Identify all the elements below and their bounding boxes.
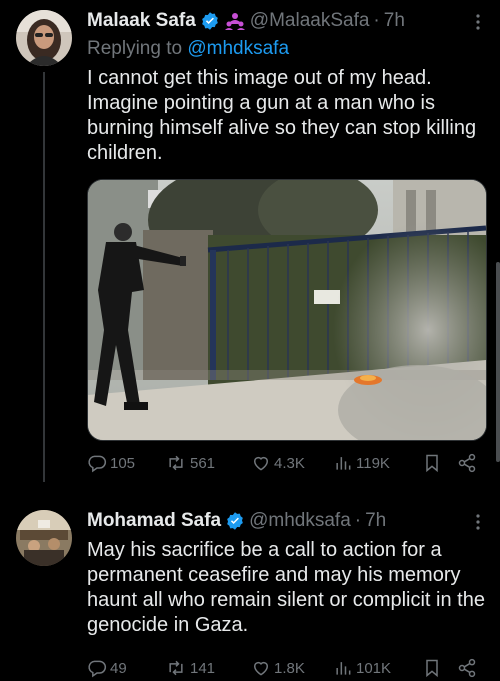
views-chart-icon bbox=[336, 662, 351, 675]
heart-icon bbox=[254, 661, 268, 676]
tweet-media-image[interactable] bbox=[87, 179, 487, 441]
bookmark-icon bbox=[426, 659, 438, 678]
retweet-icon bbox=[169, 660, 183, 676]
retweet-count: 141 bbox=[190, 659, 216, 677]
author-name[interactable]: Mohamad Safa bbox=[87, 508, 221, 534]
action-bar: 49 141 1.8K 101K bbox=[87, 656, 481, 680]
author-name[interactable]: Malaak Safa bbox=[87, 8, 196, 34]
views-chart-icon bbox=[336, 457, 351, 470]
reply-button[interactable]: 49 bbox=[87, 658, 165, 678]
author-handle[interactable]: @mhdksafa bbox=[249, 508, 351, 534]
heart-icon bbox=[254, 456, 268, 471]
bookmark-button[interactable] bbox=[423, 658, 457, 678]
like-button[interactable]: 1.8K bbox=[251, 658, 333, 678]
author-handle[interactable]: @MalaakSafa bbox=[250, 8, 370, 34]
reply-icon bbox=[88, 455, 107, 473]
timestamp[interactable]: 7h bbox=[384, 8, 405, 34]
people-affiliate-icon bbox=[224, 11, 246, 31]
tweet-text: May his sacrifice be a call to action fo… bbox=[87, 539, 485, 636]
replying-to: Replying to @mhdksafa bbox=[87, 36, 486, 62]
share-icon bbox=[458, 453, 476, 473]
retweet-button[interactable]: 561 bbox=[165, 453, 251, 473]
like-count: 1.8K bbox=[274, 659, 305, 677]
share-button[interactable] bbox=[457, 658, 481, 678]
verified-badge-icon bbox=[225, 511, 245, 531]
bookmark-button[interactable] bbox=[423, 453, 457, 473]
tweet-header: Malaak Safa @MalaakSafa · 7h bbox=[87, 8, 486, 34]
separator-dot: · bbox=[354, 510, 362, 531]
more-icon[interactable] bbox=[476, 514, 480, 532]
tweet-header: Mohamad Safa @mhdksafa · 7h bbox=[87, 508, 486, 534]
views-count: 119K bbox=[356, 454, 390, 472]
replying-to-label: Replying to bbox=[87, 38, 183, 59]
mention-link[interactable]: @mhdksafa bbox=[187, 38, 289, 59]
tweet[interactable]: Malaak Safa @MalaakSafa · 7h Replying to… bbox=[0, 0, 500, 490]
scrollbar[interactable] bbox=[496, 262, 500, 462]
retweet-count: 561 bbox=[190, 454, 216, 472]
like-count: 4.3K bbox=[274, 454, 305, 472]
like-button[interactable]: 4.3K bbox=[251, 453, 333, 473]
reply-button[interactable]: 105 bbox=[87, 453, 165, 473]
retweet-icon bbox=[169, 455, 183, 471]
bookmark-icon bbox=[426, 454, 438, 473]
tweet-text: I cannot get this image out of my head. … bbox=[87, 67, 477, 164]
reply-count: 105 bbox=[110, 454, 136, 472]
retweet-button[interactable]: 141 bbox=[165, 658, 251, 678]
avatar[interactable] bbox=[16, 510, 72, 566]
timeline: Malaak Safa @MalaakSafa · 7h Replying to… bbox=[0, 0, 500, 681]
share-icon bbox=[458, 658, 476, 678]
reply-count: 49 bbox=[110, 659, 127, 677]
more-icon[interactable] bbox=[476, 14, 480, 32]
share-button[interactable] bbox=[457, 453, 481, 473]
views-button[interactable]: 101K bbox=[333, 658, 423, 678]
action-bar: 105 561 4.3K 119K bbox=[87, 451, 486, 475]
views-button[interactable]: 119K bbox=[333, 453, 423, 473]
tweet[interactable]: Mohamad Safa @mhdksafa · 7h May his sacr… bbox=[0, 500, 500, 681]
avatar[interactable] bbox=[16, 10, 72, 66]
timestamp[interactable]: 7h bbox=[365, 508, 386, 534]
separator-dot: · bbox=[373, 10, 380, 31]
verified-badge-icon bbox=[200, 11, 220, 31]
views-count: 101K bbox=[356, 659, 392, 677]
reply-icon bbox=[88, 660, 107, 678]
